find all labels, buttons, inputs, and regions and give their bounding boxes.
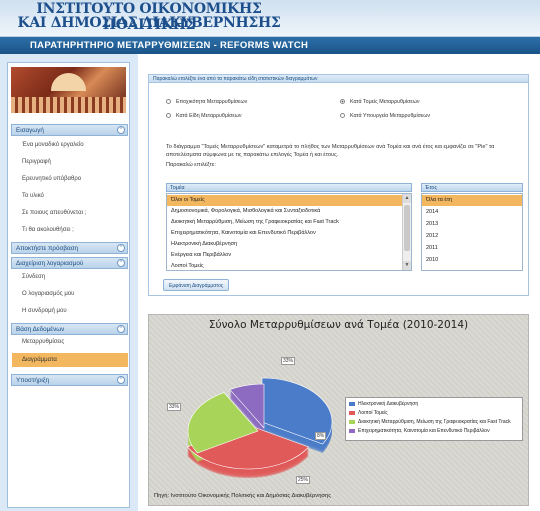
show-chart-button[interactable]: Εμφάνιση Διαγράμματος xyxy=(163,279,230,291)
panel-heading: Παρακαλώ επιλέξτε ένα από τα παρακάτω εί… xyxy=(149,75,528,83)
year-option[interactable]: 2011 xyxy=(422,243,438,254)
legend-label: Ηλεκτρονική Διακυβέρνηση xyxy=(358,401,419,407)
sector-option[interactable]: Ενέργεια και Περιβάλλον xyxy=(167,250,231,261)
year-option[interactable]: 2012 xyxy=(422,231,438,242)
legend-swatch xyxy=(349,402,355,406)
radio-by-type[interactable]: Κατά Είδη Μεταρρυθμίσεων xyxy=(166,113,242,119)
nav-item-reforms[interactable]: Μεταρρυθμίσεις xyxy=(22,339,64,345)
slice-label: 33% xyxy=(167,403,182,411)
nav-item-login[interactable]: Σύνδεση xyxy=(22,274,45,280)
year-option[interactable]: 2014 xyxy=(422,207,438,218)
scroll-thumb[interactable] xyxy=(404,205,410,251)
chart-source: Πηγή: Ινστιτούτο Οικονομικής Πολιτικής κ… xyxy=(154,493,332,499)
nav-item-material[interactable]: Το υλικό xyxy=(22,193,44,199)
sector-list[interactable]: Όλοι οι Τομείς Δημοσιονομικά, Φορολογικά… xyxy=(166,193,412,271)
legend-entry: Διοικητική Μεταρρύθμιση, Μείωση της Γραφ… xyxy=(349,418,522,427)
radio-icon[interactable] xyxy=(340,113,345,118)
section-label: Εισαγωγή xyxy=(16,127,44,134)
radio-icon[interactable] xyxy=(166,99,171,104)
slice-label: 8% xyxy=(315,432,327,440)
year-option[interactable]: 2010 xyxy=(422,255,438,266)
sector-list-header: Τομέα xyxy=(166,183,412,192)
year-option[interactable]: Όλα τα έτη xyxy=(422,195,522,206)
section-label: Διαχείριση λογαριασμού xyxy=(16,260,84,267)
radio-by-ministry[interactable]: Κατά Υπουργεία Μεταρρυθμίσεων xyxy=(340,113,430,119)
section-label: Υποστήριξη xyxy=(16,377,50,384)
legend-entry: Ηλεκτρονική Διακυβέρνηση xyxy=(349,400,522,409)
sidebar-nav: Εισαγωγή ⌃ Ένα μοναδικό εργαλείο Περιγραφ… xyxy=(7,62,130,508)
section-account[interactable]: Διαχείριση λογαριασμού ⌃ xyxy=(11,257,128,269)
pie-chart-container: Σύνολο Μεταρρυθμίσεων ανά Τομέα (2010-20… xyxy=(148,314,529,506)
chart-legend: Ηλεκτρονική Διακυβέρνηση Λοιποί Τομείς Δ… xyxy=(345,397,523,441)
legend-entry: Επιχειρηματικότητα, Καινοτομία και Επενδ… xyxy=(349,427,522,436)
radio-icon[interactable] xyxy=(166,113,171,118)
chart-description: Το διάγραμμα "Τομείς Μεταρρυθμίσεων" κατ… xyxy=(166,143,526,169)
sector-option[interactable]: Δημοσιονομικά, Φορολογικά, Μισθολογικά κ… xyxy=(167,206,320,217)
radio-by-sector[interactable]: Κατά Τομείς Μεταρρυθμίσεων xyxy=(340,99,420,105)
nav-item-research[interactable]: Ερευνητικό υπόβαθρο xyxy=(22,176,81,182)
slice-label: 33% xyxy=(281,357,296,365)
sector-option[interactable]: Λοιποί Τομείς xyxy=(167,261,204,270)
parliament-photo xyxy=(11,67,126,113)
sector-scrollbar[interactable]: ▲ ▼ xyxy=(402,194,411,270)
sector-option[interactable]: Επιχειρηματικότητα, Καινοτομία και Επενδ… xyxy=(167,228,316,239)
nav-item-unique-tool[interactable]: Ένα μοναδικό εργαλείο xyxy=(22,142,84,148)
section-intro[interactable]: Εισαγωγή ⌃ xyxy=(11,124,128,136)
slice-label: 25% xyxy=(296,476,311,484)
radio-label: Εποχικότητα Μεταρρυθμίσεων xyxy=(176,99,248,105)
chevron-up-icon[interactable]: ⌃ xyxy=(117,325,125,333)
chevron-up-icon[interactable]: ⌃ xyxy=(117,259,125,267)
chart-options-panel: Παρακαλώ επιλέξτε ένα από τα παρακάτω εί… xyxy=(148,74,529,296)
year-list[interactable]: Όλα τα έτη 2014 2013 2012 2011 2010 xyxy=(421,193,523,271)
nav-item-subscription[interactable]: Η συνδρομή μου xyxy=(22,308,67,314)
legend-swatch xyxy=(349,420,355,424)
section-database[interactable]: Βάση Δεδομένων ⌃ xyxy=(11,323,128,335)
nav-item-audience[interactable]: Σε ποιους απευθύνεται ; xyxy=(22,210,86,216)
sector-option[interactable]: Ηλεκτρονική Διακυβέρνηση xyxy=(167,239,237,250)
nav-item-description[interactable]: Περιγραφή xyxy=(22,159,51,165)
nav-item-my-account[interactable]: Ο λογαριασμός μου xyxy=(22,291,74,297)
year-option[interactable]: 2013 xyxy=(422,219,438,230)
section-label: Αποκτήστε πρόσβαση xyxy=(16,245,78,252)
chevron-up-icon[interactable]: ⌃ xyxy=(117,244,125,252)
legend-swatch xyxy=(349,429,355,433)
sector-option[interactable]: Διοικητική Μεταρρύθμιση, Μείωση της Γραφ… xyxy=(167,217,339,228)
chevron-up-icon[interactable]: ⌃ xyxy=(117,126,125,134)
section-label: Βάση Δεδομένων xyxy=(16,326,65,333)
section-support[interactable]: Υποστήριξη ⌃ xyxy=(11,374,128,386)
legend-entry: Λοιποί Τομείς xyxy=(349,409,522,418)
legend-label: Διοικητική Μεταρρύθμιση, Μείωση της Γραφ… xyxy=(358,419,511,425)
page-subtitle: ΠΑΡΑΤΗΡΗΤΗΡΙΟ ΜΕΤΑΡΡΥΘΜΙΣΕΩΝ - REFORMS W… xyxy=(0,37,540,54)
legend-label: Λοιποί Τομείς xyxy=(358,410,388,416)
radio-selected-icon[interactable] xyxy=(340,99,345,104)
nav-item-next[interactable]: Τι θα ακολουθήσει ; xyxy=(22,227,74,233)
scroll-down-icon[interactable]: ▼ xyxy=(403,261,411,270)
legend-swatch xyxy=(349,411,355,415)
sector-option[interactable]: Όλοι οι Τομείς xyxy=(167,195,403,206)
description-text: Το διάγραμμα "Τομείς Μεταρρυθμίσεων" κατ… xyxy=(166,144,495,158)
chevron-up-icon[interactable]: ⌃ xyxy=(117,376,125,384)
radio-label: Κατά Τομείς Μεταρρυθμίσεων xyxy=(350,99,420,105)
radio-label: Κατά Υπουργεία Μεταρρυθμίσεων xyxy=(350,113,431,119)
section-access[interactable]: Αποκτήστε πρόσβαση ⌃ xyxy=(11,242,128,254)
radio-seasonality[interactable]: Εποχικότητα Μεταρρυθμίσεων xyxy=(166,99,247,105)
nav-item-charts[interactable]: Διαγράμματα xyxy=(12,353,128,367)
select-prompt: Παρακαλώ επιλέξτε: xyxy=(166,162,216,168)
year-list-header: Έτος xyxy=(421,183,523,192)
site-title-line2[interactable]: ΚΑΙ ΔΗΜΟΣΙΑΣ ΔΙΑΚΥΒΕΡΝΗΣΗΣ xyxy=(4,15,294,31)
legend-label: Επιχειρηματικότητα, Καινοτομία και Επενδ… xyxy=(358,428,490,434)
radio-label: Κατά Είδη Μεταρρυθμίσεων xyxy=(176,113,242,119)
scroll-up-icon[interactable]: ▲ xyxy=(403,194,411,203)
site-header: ΙΝΣΤΙΤΟΥΤΟ ΟΙΚΟΝΟΜΙΚΗΣ ΠΟΛΙΤΙΚΗΣ ΚΑΙ ΔΗΜ… xyxy=(0,0,540,37)
